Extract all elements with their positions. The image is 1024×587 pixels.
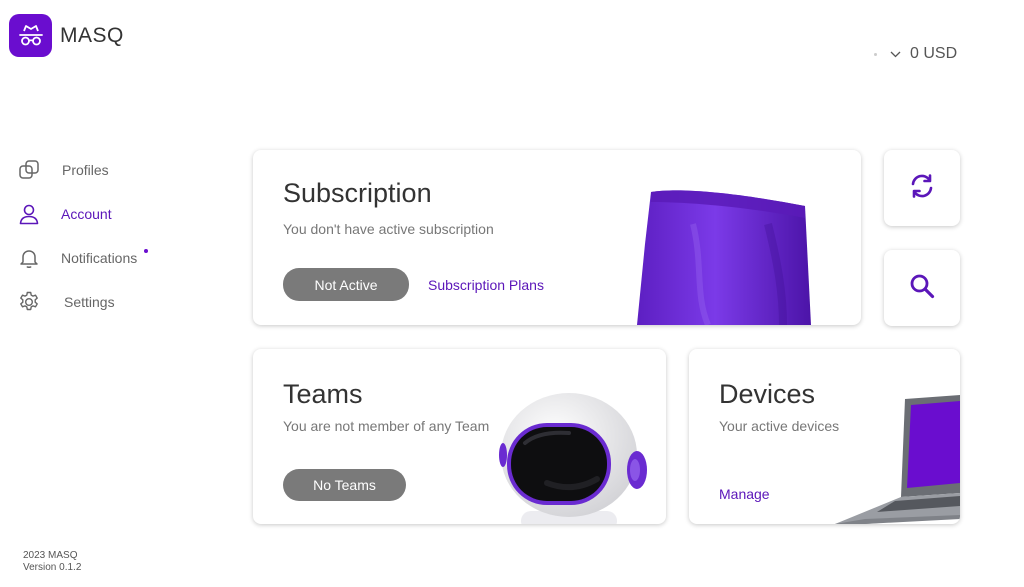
devices-subtitle: Your active devices [719,418,840,434]
balance-dropdown[interactable]: 0 USD [874,45,957,63]
teams-subtitle: You are not member of any Team [283,418,490,434]
refresh-icon [908,172,936,205]
devices-card: Devices Your active devices Manage [689,349,960,524]
subscription-plans-link[interactable]: Subscription Plans [428,277,544,293]
copyright-text: 2023 MASQ [23,550,78,561]
unread-dot [144,249,148,253]
masq-logo-icon [9,14,52,57]
sidebar-item-notifications[interactable]: Notifications [17,236,148,280]
sidebar-nav: Profiles Account Notifications Settings [17,148,148,324]
sidebar-item-label: Account [61,206,112,222]
search-icon [908,272,936,305]
user-icon [17,202,41,226]
astronaut-helmet-illustration [499,393,647,524]
sidebar-item-account[interactable]: Account [17,192,137,236]
sidebar-item-profiles[interactable]: Profiles [17,148,137,192]
chevron-down-icon [890,45,901,63]
teams-status-badge: No Teams [283,469,406,501]
app-logo[interactable]: MASQ [9,14,124,57]
subscription-subtitle: You don't have active subscription [283,221,494,237]
balance-amount: 0 USD [910,45,958,62]
balance-indicator [874,52,877,56]
refresh-button[interactable] [884,150,960,226]
teams-title: Teams [283,379,363,409]
sidebar-item-label: Notifications [61,250,138,266]
bell-icon [17,246,41,270]
teams-card: Teams You are not member of any Team No … [253,349,666,524]
brand-name: MASQ [60,23,124,47]
sidebar-item-settings[interactable]: Settings [17,280,137,324]
manage-devices-link[interactable]: Manage [719,486,770,502]
subscription-card: Subscription You don't have active subsc… [253,150,861,325]
sidebar-item-label: Settings [64,294,115,310]
subscription-title: Subscription [283,178,432,208]
laptop-illustration [835,395,960,524]
profiles-icon [17,158,41,182]
devices-title: Devices [719,379,816,409]
version-text: Version 0.1.2 [23,562,82,573]
search-button[interactable] [884,250,960,326]
purple-bag-illustration [637,190,811,325]
sidebar-item-label: Profiles [62,162,109,178]
subscription-status-badge: Not Active [283,268,409,301]
app-footer: 2023 MASQ Version 0.1.2 [23,550,81,574]
gear-icon [17,290,41,314]
